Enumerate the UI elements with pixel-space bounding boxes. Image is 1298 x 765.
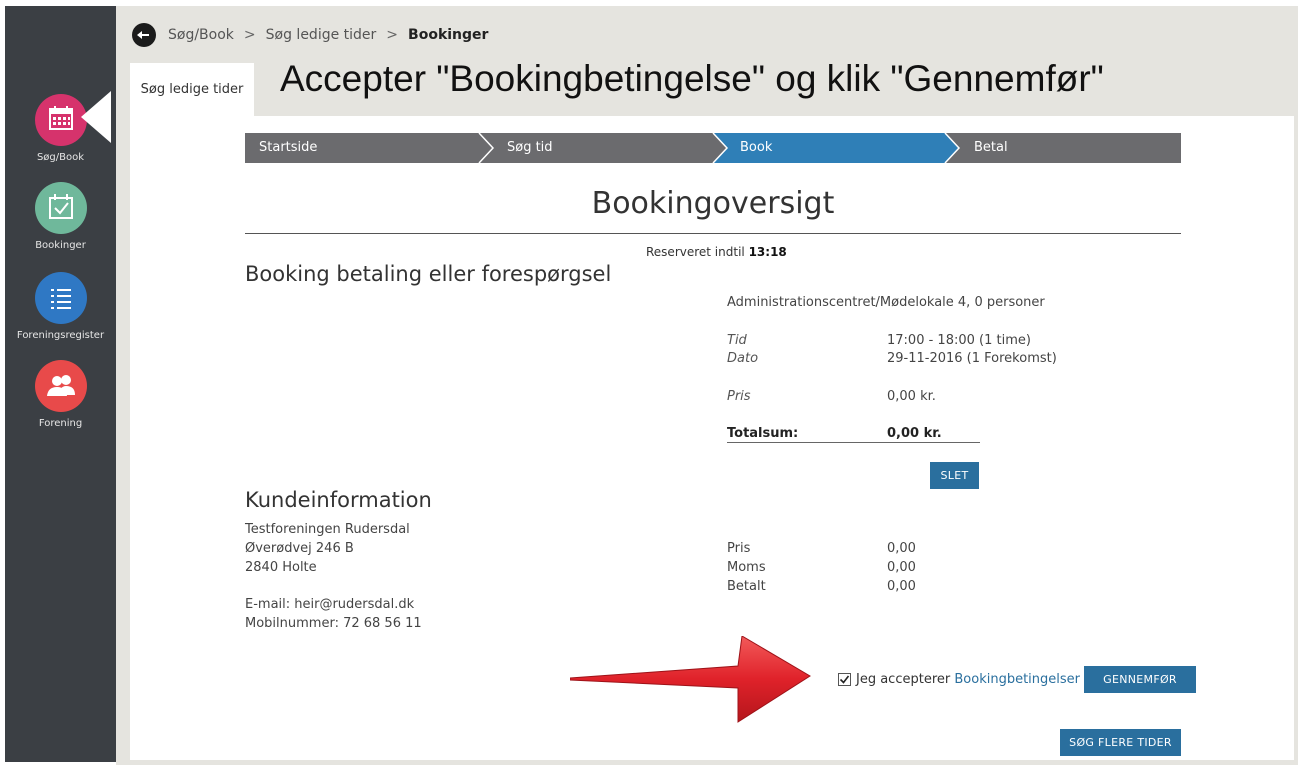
customer-name: Testforeningen Rudersdal xyxy=(245,522,410,537)
people-icon xyxy=(34,360,87,412)
content-left-strip xyxy=(116,116,130,762)
summary-pris-value: 0,00 xyxy=(887,541,916,556)
calendar-check-icon xyxy=(34,182,87,234)
reserved-until: Reserveret indtil 13:18 xyxy=(646,245,787,259)
breadcrumb-separator: > xyxy=(386,27,399,43)
breadcrumb: Søg/Book > Søg ledige tider > Bookinger xyxy=(132,22,488,48)
accept-checkbox[interactable] xyxy=(838,673,851,686)
red-arrow-annotation xyxy=(570,636,811,723)
reserved-time: 13:18 xyxy=(748,245,787,259)
terms-link[interactable]: Bookingbetingelser xyxy=(954,672,1080,687)
sidebar-item-label: Foreningsregister xyxy=(16,330,105,341)
breadcrumb-item-soeg-book[interactable]: Søg/Book xyxy=(168,27,234,43)
back-arrow-icon[interactable] xyxy=(132,23,156,47)
list-icon xyxy=(34,272,87,324)
step-label: Book xyxy=(740,140,773,155)
booking-heading: Booking betaling eller forespørgsel xyxy=(245,262,612,286)
step-book[interactable]: Book xyxy=(713,133,945,163)
bottom-edge xyxy=(116,760,1298,765)
total-divider xyxy=(727,442,980,443)
tid-label: Tid xyxy=(727,333,747,348)
step-startside[interactable]: Startside xyxy=(245,133,479,163)
dato-value: 29-11-2016 (1 Forekomst) xyxy=(887,351,1057,366)
sidebar-item-foreningsregister[interactable]: Foreningsregister xyxy=(5,272,116,341)
step-soeg-tid[interactable]: Søg tid xyxy=(479,133,713,163)
breadcrumb-item-bookinger: Bookinger xyxy=(408,27,489,43)
right-edge xyxy=(1294,6,1298,765)
booking-location: Administrationscentret/Mødelokale 4, 0 p… xyxy=(727,295,1045,310)
customer-phone: Mobilnummer: 72 68 56 11 xyxy=(245,616,422,631)
step-label: Betal xyxy=(974,140,1008,155)
calendar-grid-icon xyxy=(34,94,87,146)
tid-value: 17:00 - 18:00 (1 time) xyxy=(887,333,1031,348)
summary-pris-label: Pris xyxy=(727,541,751,556)
step-label: Startside xyxy=(259,140,318,155)
accept-text: Jeg accepterer xyxy=(856,672,951,687)
active-indicator xyxy=(81,91,111,143)
sidebar-item-forening[interactable]: Forening xyxy=(5,360,116,429)
sidebar-item-label: Søg/Book xyxy=(36,152,85,163)
customer-email: E-mail: heir@rudersdal.dk xyxy=(245,597,415,612)
tab-soeg-ledige-tider[interactable]: Søg ledige tider xyxy=(130,63,254,116)
reserved-label: Reserveret indtil xyxy=(646,245,745,259)
dato-label: Dato xyxy=(727,351,759,366)
instruction-headline: Accepter "Bookingbetingelse" og klik "Ge… xyxy=(280,58,1104,99)
summary-betalt-label: Betalt xyxy=(727,579,766,594)
total-value: 0,00 kr. xyxy=(887,426,942,441)
breadcrumb-item-soeg-ledige-tider[interactable]: Søg ledige tider xyxy=(266,27,377,43)
pris-label: Pris xyxy=(727,389,751,404)
breadcrumb-separator: > xyxy=(243,27,256,43)
summary-moms-label: Moms xyxy=(727,560,766,575)
submit-button[interactable]: GENNEMFØR xyxy=(1084,666,1196,693)
pris-value: 0,00 kr. xyxy=(887,389,936,404)
step-label: Søg tid xyxy=(507,140,553,155)
total-label: Totalsum: xyxy=(727,426,799,441)
progress-steps: Startside Søg tid Book Betal xyxy=(245,133,1181,163)
sidebar-item-label: Bookinger xyxy=(35,240,86,251)
checkmark-icon xyxy=(839,675,850,684)
sidebar-item-bookinger[interactable]: Bookinger xyxy=(5,182,116,251)
sidebar-item-label: Forening xyxy=(38,418,83,429)
accept-label: Jeg accepterer Bookingbetingelser xyxy=(856,672,1080,687)
step-betal[interactable]: Betal xyxy=(945,133,1181,163)
customer-city: 2840 Holte xyxy=(245,560,317,575)
customer-heading: Kundeinformation xyxy=(245,488,432,512)
title-divider xyxy=(245,233,1181,234)
delete-button[interactable]: SLET xyxy=(930,462,979,489)
summary-moms-value: 0,00 xyxy=(887,560,916,575)
search-more-button[interactable]: SØG FLERE TIDER xyxy=(1060,729,1181,756)
customer-street: Øverødvej 246 B xyxy=(245,541,354,556)
page-title: Bookingoversigt xyxy=(591,186,835,221)
summary-betalt-value: 0,00 xyxy=(887,579,916,594)
